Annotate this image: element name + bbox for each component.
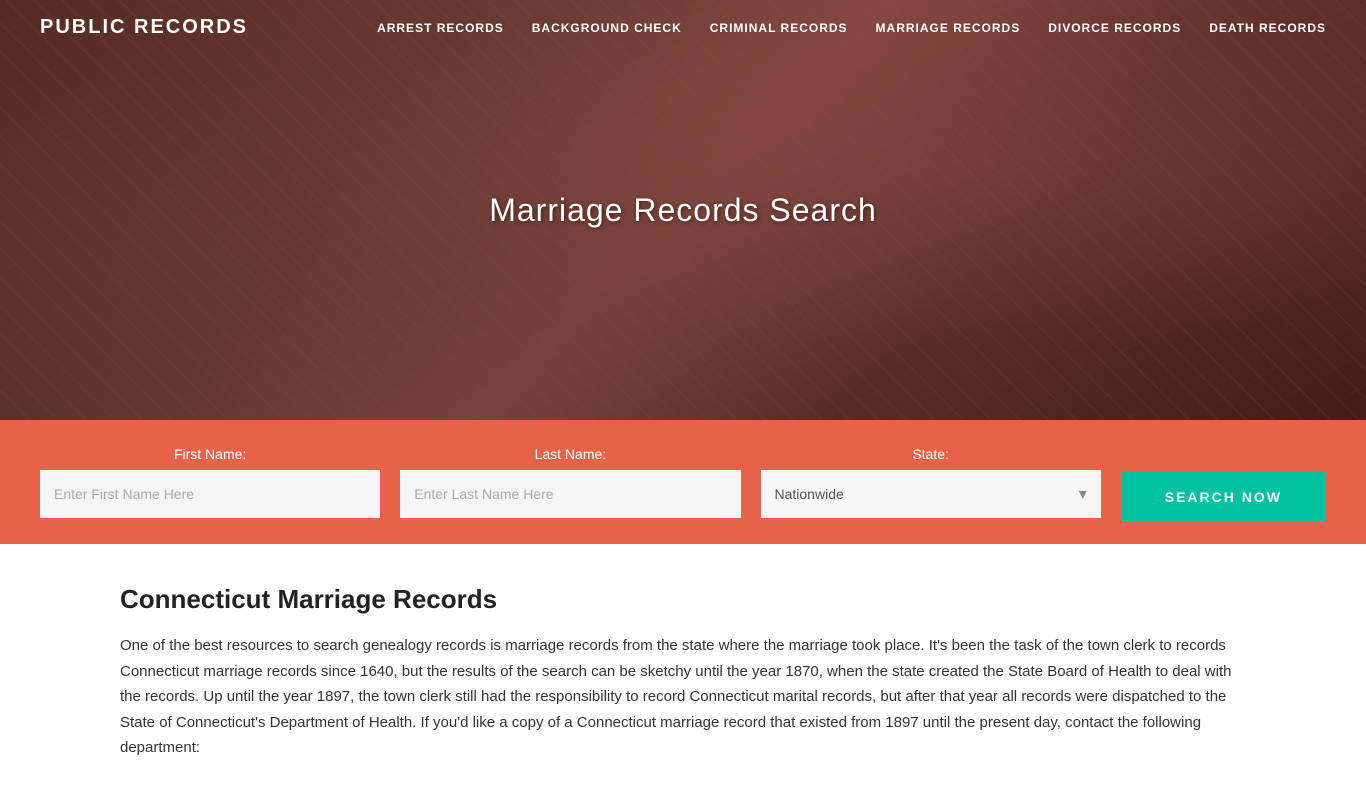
nav-link[interactable]: ARREST RECORDS — [377, 21, 504, 35]
hero-title: Marriage Records Search — [489, 192, 877, 229]
nav-link[interactable]: DIVORCE RECORDS — [1048, 21, 1181, 35]
nav-link[interactable]: DEATH RECORDS — [1209, 21, 1326, 35]
first-name-label: First Name: — [40, 446, 380, 462]
content-heading: Connecticut Marriage Records — [120, 584, 1246, 615]
state-field: State: NationwideAlabamaAlaskaArizonaArk… — [761, 446, 1101, 518]
search-now-button[interactable]: SEARCH NOW — [1121, 472, 1326, 522]
hero-section: Marriage Records Search — [0, 0, 1366, 420]
first-name-input[interactable] — [40, 470, 380, 518]
state-label: State: — [761, 446, 1101, 462]
nav-link[interactable]: MARRIAGE RECORDS — [876, 21, 1021, 35]
site-header: PUBLIC RECORDS ARREST RECORDS BACKGROUND … — [0, 0, 1366, 55]
main-content: Connecticut Marriage Records One of the … — [0, 544, 1366, 801]
search-bar: First Name: Last Name: State: Nationwide… — [0, 420, 1366, 544]
last-name-field: Last Name: — [400, 446, 740, 518]
last-name-label: Last Name: — [400, 446, 740, 462]
state-select-wrap: NationwideAlabamaAlaskaArizonaArkansasCa… — [761, 470, 1101, 518]
content-body: One of the best resources to search gene… — [120, 633, 1246, 761]
state-select[interactable]: NationwideAlabamaAlaskaArizonaArkansasCa… — [761, 470, 1101, 518]
first-name-field: First Name: — [40, 446, 380, 518]
main-nav: ARREST RECORDS BACKGROUND CHECK CRIMINAL R… — [377, 21, 1326, 35]
nav-link[interactable]: CRIMINAL RECORDS — [710, 21, 848, 35]
search-button-wrap: SEARCH NOW — [1121, 442, 1326, 522]
site-title: PUBLIC RECORDS — [40, 16, 248, 39]
last-name-input[interactable] — [400, 470, 740, 518]
nav-link[interactable]: BACKGROUND CHECK — [532, 21, 682, 35]
